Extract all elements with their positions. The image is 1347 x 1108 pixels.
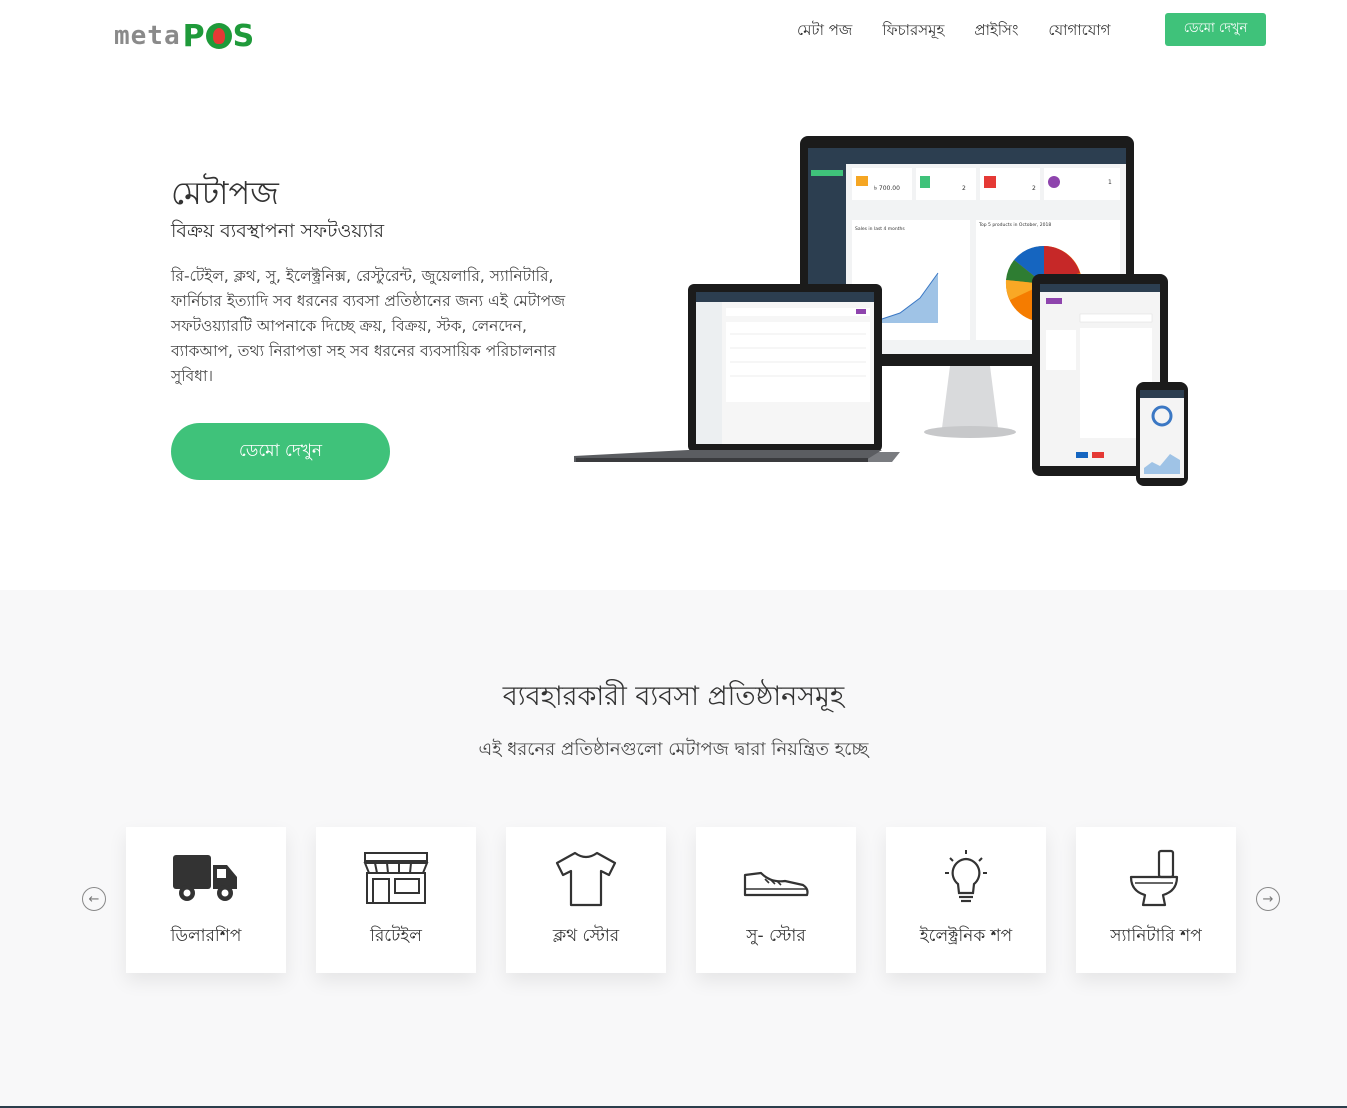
nav-demo-button[interactable]: ডেমো দেখুন — [1165, 13, 1266, 46]
screen-new-customers: 1 — [1108, 179, 1112, 186]
laptop — [574, 284, 900, 462]
logo-pos-text: PS — [182, 18, 255, 54]
devices-illustration: ৳ 700.00 2 2 1 Sales in last 4 months To… — [574, 136, 1188, 486]
business-section-title: ব্যবহারকারী ব্যবসা প্রতিষ্ঠানসমূহ — [502, 681, 845, 712]
nav-link-pricing[interactable]: প্রাইসিং — [974, 20, 1018, 40]
screen-sale-amount: ৳ 700.00 — [874, 185, 900, 192]
business-types-section: ব্যবহারকারী ব্যবসা প্রতিষ্ঠানসমূহ এই ধরন… — [0, 590, 1347, 1108]
shoe-icon — [741, 849, 811, 909]
lightbulb-icon — [931, 849, 1001, 909]
top-navbar: meta PS মেটা পজ ফিচারসমূহ প্রাইসিং যোগায… — [0, 0, 1347, 70]
screen-new-services: 2 — [962, 185, 966, 192]
business-card-label: সু- স্টোর — [746, 926, 806, 946]
logo-meta-text: meta — [114, 21, 181, 51]
business-card-dealership[interactable]: ডিলারশিপ — [126, 827, 286, 973]
metapos-logo[interactable]: meta PS — [114, 18, 254, 54]
toilet-icon — [1121, 849, 1191, 909]
nav-link-metapos[interactable]: মেটা পজ — [797, 20, 852, 40]
truck-icon — [171, 849, 241, 909]
nav-link-contact[interactable]: যোগাযোগ — [1048, 20, 1110, 40]
storefront-icon — [361, 849, 431, 909]
business-card-cloth-store[interactable]: ক্লথ স্টোর — [506, 827, 666, 973]
nav-links: মেটা পজ ফিচারসমূহ প্রাইসিং যোগাযোগ — [797, 20, 1111, 40]
hero-description: রি-টেইল, ক্লথ, সু, ইলেক্ট্রনিক্স, রেস্টু… — [171, 267, 566, 385]
business-card-label: রিটেইল — [370, 926, 422, 946]
business-card-label: স্যানিটারি শপ — [1110, 926, 1202, 946]
business-card-retail[interactable]: রিটেইল — [316, 827, 476, 973]
screen-chart2-title: Top 5 products in October, 2018 — [978, 222, 1051, 228]
screen-chart1-title: Sales in last 4 months — [855, 226, 905, 232]
business-card-sanitary-shop[interactable]: স্যানিটারি শপ — [1076, 827, 1236, 973]
business-card-shoe-store[interactable]: সু- স্টোর — [696, 827, 856, 973]
logo-pin-icon — [205, 23, 232, 49]
business-card-electronic-shop[interactable]: ইলেক্ট্রনিক শপ — [886, 827, 1046, 973]
business-card-label: ইলেক্ট্রনিক শপ — [919, 926, 1013, 946]
hero-demo-button[interactable]: ডেমো দেখুন — [171, 423, 390, 480]
hero-title: মেটাপজ — [171, 174, 279, 212]
business-card-label: ডিলারশিপ — [170, 926, 242, 946]
business-card-label: ক্লথ স্টোর — [552, 926, 620, 946]
screen-item-sold: 2 — [1032, 185, 1036, 192]
hero-subtitle: বিক্রয় ব্যবস্থাপনা সফটওয়্যার — [171, 220, 385, 242]
arrow-left-circle-icon: ← — [88, 891, 100, 907]
tshirt-icon — [551, 849, 621, 909]
carousel-prev-button[interactable]: ← — [82, 887, 106, 911]
carousel-next-button[interactable]: → — [1256, 887, 1280, 911]
arrow-right-circle-icon: → — [1262, 891, 1274, 907]
business-section-subtitle: এই ধরনের প্রতিষ্ঠানগুলো মেটাপজ দ্বারা নি… — [478, 739, 869, 760]
nav-link-features[interactable]: ফিচারসমূহ — [882, 20, 944, 40]
smartphone — [1136, 382, 1188, 486]
